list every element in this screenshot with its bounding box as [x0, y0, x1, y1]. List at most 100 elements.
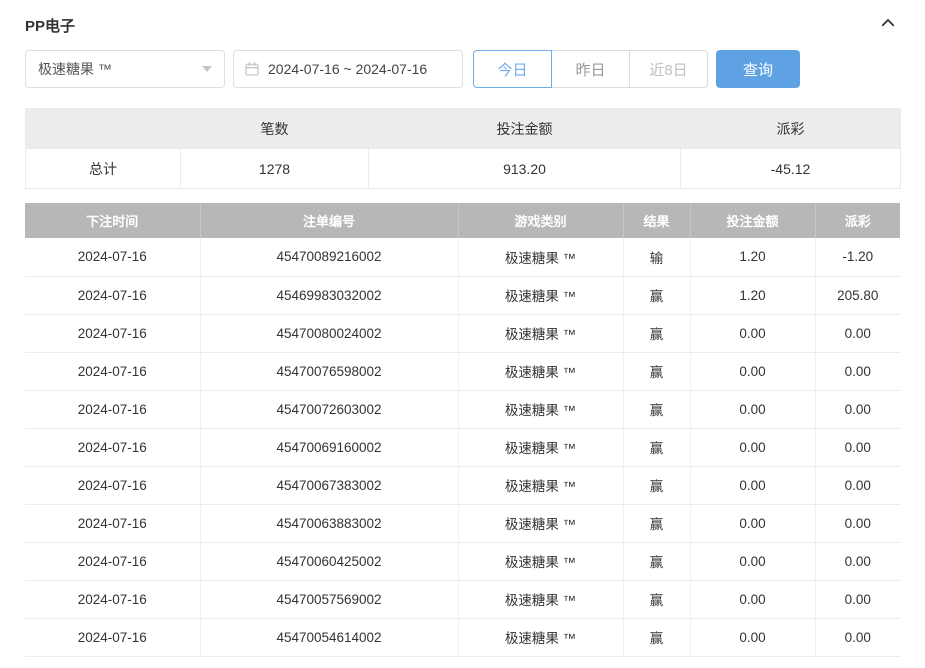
chevron-down-icon — [202, 66, 212, 72]
column-header-bet-amount: 投注金额 — [690, 203, 815, 238]
quick-date-buttons: 今日 昨日 近8日 — [473, 50, 708, 88]
cell-payout: 0.00 — [815, 618, 900, 656]
cell-payout: 0.00 — [815, 466, 900, 504]
cell-bet-id: 45470080024002 — [200, 314, 458, 352]
cell-game-type: 极速糖果 ™ — [458, 314, 623, 352]
cell-bet-time: 2024-07-16 — [25, 314, 200, 352]
chevron-up-icon — [879, 14, 897, 37]
cell-bet-amount: 0.00 — [690, 618, 815, 656]
game-select-value: 极速糖果 ™ — [38, 59, 112, 79]
cell-bet-time: 2024-07-16 — [25, 542, 200, 580]
search-button[interactable]: 查询 — [716, 50, 800, 88]
bet-table-body: 2024-07-1645470089216002极速糖果 ™输1.20-1.20… — [25, 238, 900, 656]
yesterday-button[interactable]: 昨日 — [551, 50, 630, 88]
cell-bet-amount: 1.20 — [690, 238, 815, 276]
cell-bet-amount: 0.00 — [690, 542, 815, 580]
cell-bet-id: 45470076598002 — [200, 352, 458, 390]
cell-game-type: 极速糖果 ™ — [458, 276, 623, 314]
cell-game-type: 极速糖果 ™ — [458, 580, 623, 618]
collapse-button[interactable] — [876, 13, 900, 37]
cell-bet-time: 2024-07-16 — [25, 390, 200, 428]
cell-result: 输 — [623, 238, 690, 276]
cell-bet-time: 2024-07-16 — [25, 276, 200, 314]
table-row: 2024-07-1645470069160002极速糖果 ™赢0.000.00 — [25, 428, 900, 466]
summary-header-count: 笔数 — [181, 109, 369, 149]
cell-bet-time: 2024-07-16 — [25, 580, 200, 618]
summary-total-row: 总计 1278 913.20 -45.12 — [26, 149, 901, 189]
cell-bet-id: 45470089216002 — [200, 238, 458, 276]
cell-game-type: 极速糖果 ™ — [458, 542, 623, 580]
cell-bet-time: 2024-07-16 — [25, 618, 200, 656]
cell-game-type: 极速糖果 ™ — [458, 390, 623, 428]
cell-payout: 0.00 — [815, 580, 900, 618]
cell-payout: 0.00 — [815, 504, 900, 542]
cell-result: 赢 — [623, 390, 690, 428]
summary-total-payout: -45.12 — [681, 149, 901, 189]
cell-bet-amount: 0.00 — [690, 352, 815, 390]
cell-payout: 0.00 — [815, 542, 900, 580]
summary-header-bet-amount: 投注金额 — [369, 109, 681, 149]
panel-header: PP电子 — [25, 10, 900, 40]
cell-bet-id: 45470054614002 — [200, 618, 458, 656]
cell-result: 赢 — [623, 352, 690, 390]
table-row: 2024-07-1645470054614002极速糖果 ™赢0.000.00 — [25, 618, 900, 656]
cell-bet-id: 45470067383002 — [200, 466, 458, 504]
cell-bet-id: 45469983032002 — [200, 276, 458, 314]
cell-bet-time: 2024-07-16 — [25, 428, 200, 466]
cell-payout: 0.00 — [815, 390, 900, 428]
cell-result: 赢 — [623, 314, 690, 352]
cell-result: 赢 — [623, 276, 690, 314]
table-row: 2024-07-1645470089216002极速糖果 ™输1.20-1.20 — [25, 238, 900, 276]
last8days-button[interactable]: 近8日 — [629, 50, 708, 88]
cell-bet-id: 45470060425002 — [200, 542, 458, 580]
game-select[interactable]: 极速糖果 ™ — [25, 50, 225, 88]
cell-game-type: 极速糖果 ™ — [458, 618, 623, 656]
table-row: 2024-07-1645469983032002极速糖果 ™赢1.20205.8… — [25, 276, 900, 314]
table-row: 2024-07-1645470057569002极速糖果 ™赢0.000.00 — [25, 580, 900, 618]
cell-result: 赢 — [623, 542, 690, 580]
table-row: 2024-07-1645470063883002极速糖果 ™赢0.000.00 — [25, 504, 900, 542]
table-row: 2024-07-1645470072603002极速糖果 ™赢0.000.00 — [25, 390, 900, 428]
summary-total-label: 总计 — [26, 149, 181, 189]
cell-bet-id: 45470072603002 — [200, 390, 458, 428]
cell-bet-time: 2024-07-16 — [25, 504, 200, 542]
bet-table: 下注时间 注单编号 游戏类别 结果 投注金额 派彩 2024-07-164547… — [25, 203, 900, 657]
summary-header-row: 笔数 投注金额 派彩 — [26, 109, 901, 149]
summary-table: 笔数 投注金额 派彩 总计 1278 913.20 -45.12 — [25, 108, 901, 189]
cell-game-type: 极速糖果 ™ — [458, 466, 623, 504]
calendar-icon — [244, 61, 260, 77]
cell-bet-time: 2024-07-16 — [25, 352, 200, 390]
cell-bet-id: 45470057569002 — [200, 580, 458, 618]
summary-total-count: 1278 — [181, 149, 369, 189]
column-header-bet-id: 注单编号 — [200, 203, 458, 238]
cell-bet-amount: 0.00 — [690, 428, 815, 466]
cell-bet-time: 2024-07-16 — [25, 466, 200, 504]
cell-bet-amount: 1.20 — [690, 276, 815, 314]
cell-bet-amount: 0.00 — [690, 504, 815, 542]
page-title: PP电子 — [25, 15, 75, 36]
cell-bet-time: 2024-07-16 — [25, 238, 200, 276]
column-header-bet-time: 下注时间 — [25, 203, 200, 238]
table-row: 2024-07-1645470060425002极速糖果 ™赢0.000.00 — [25, 542, 900, 580]
filter-bar: 极速糖果 ™ 2024-07-16 ~ 2024-07-16 今日 昨日 近8日… — [25, 50, 900, 88]
cell-bet-amount: 0.00 — [690, 390, 815, 428]
date-range-value: 2024-07-16 ~ 2024-07-16 — [268, 61, 427, 77]
cell-game-type: 极速糖果 ™ — [458, 504, 623, 542]
summary-total-bet-amount: 913.20 — [369, 149, 681, 189]
cell-game-type: 极速糖果 ™ — [458, 428, 623, 466]
cell-result: 赢 — [623, 618, 690, 656]
summary-header-payout: 派彩 — [681, 109, 901, 149]
cell-result: 赢 — [623, 466, 690, 504]
cell-bet-amount: 0.00 — [690, 466, 815, 504]
table-row: 2024-07-1645470067383002极速糖果 ™赢0.000.00 — [25, 466, 900, 504]
bet-table-header-row: 下注时间 注单编号 游戏类别 结果 投注金额 派彩 — [25, 203, 900, 238]
summary-header-empty — [26, 109, 181, 149]
cell-result: 赢 — [623, 428, 690, 466]
cell-bet-id: 45470069160002 — [200, 428, 458, 466]
cell-bet-amount: 0.00 — [690, 314, 815, 352]
cell-payout: -1.20 — [815, 238, 900, 276]
date-range-input[interactable]: 2024-07-16 ~ 2024-07-16 — [233, 50, 463, 88]
table-row: 2024-07-1645470076598002极速糖果 ™赢0.000.00 — [25, 352, 900, 390]
today-button[interactable]: 今日 — [473, 50, 552, 88]
cell-bet-id: 45470063883002 — [200, 504, 458, 542]
